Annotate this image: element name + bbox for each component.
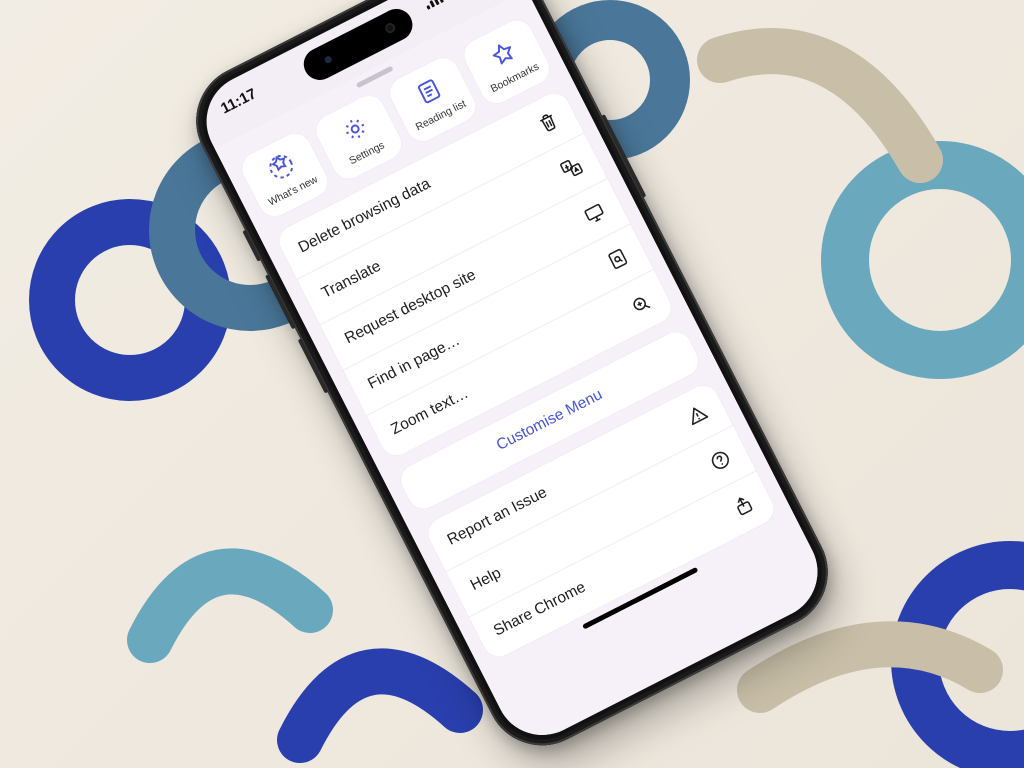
alert-icon	[682, 400, 712, 430]
reading-list-icon	[411, 74, 446, 109]
gear-icon	[337, 112, 372, 147]
desktop-icon	[580, 199, 610, 229]
zoom-icon	[626, 290, 656, 320]
tile-whats-new[interactable]: What's new	[237, 128, 333, 222]
share-icon	[729, 491, 759, 521]
trash-icon	[534, 108, 564, 138]
translate-icon	[557, 153, 587, 183]
sparkle-badge-icon	[263, 149, 298, 184]
cell-signal-icon	[422, 0, 443, 9]
tile-reading-list[interactable]: Reading list	[385, 53, 481, 147]
find-in-page-icon	[603, 244, 633, 274]
row-label: Help	[468, 564, 505, 595]
help-icon	[706, 446, 736, 476]
tile-bookmarks[interactable]: Bookmarks	[459, 15, 555, 109]
tile-settings[interactable]: Settings	[311, 90, 407, 184]
star-icon	[485, 36, 520, 71]
status-time: 11:17	[218, 85, 259, 117]
